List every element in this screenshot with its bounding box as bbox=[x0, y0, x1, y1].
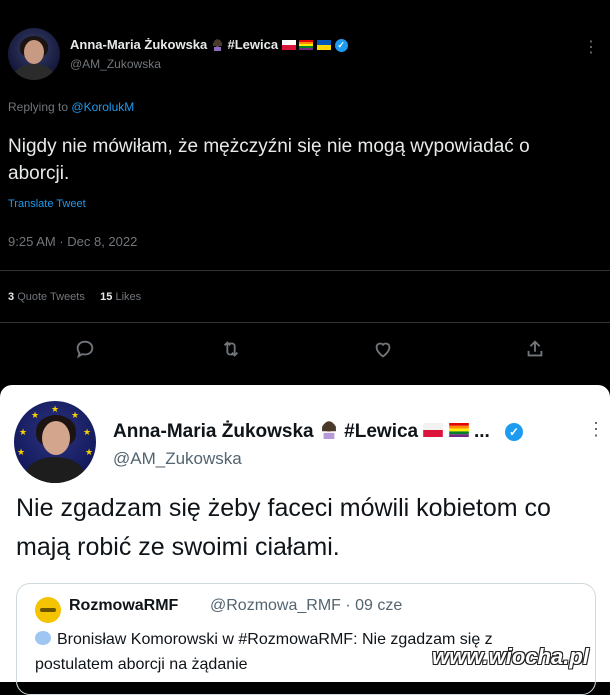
tweet-timestamp[interactable]: 9:25 AM · Dec 8, 2022 bbox=[8, 234, 137, 249]
hashtag[interactable]: #Lewica bbox=[344, 421, 418, 442]
divider bbox=[0, 270, 610, 271]
author-avatar[interactable] bbox=[8, 28, 60, 80]
likes-stat[interactable]: 15 Likes bbox=[100, 291, 141, 303]
poland-flag-icon bbox=[423, 421, 444, 443]
speech-bubble-icon bbox=[35, 631, 51, 645]
quoted-author-handle-time[interactable]: @Rozmowa_RMF · 09 cze bbox=[210, 597, 402, 615]
quote-tweets-stat[interactable]: 3 Quote Tweets bbox=[8, 291, 85, 303]
retweet-icon[interactable] bbox=[220, 338, 244, 362]
quoted-tweet-body: Bronisław Komorowski w #RozmowaRMF: Nie … bbox=[35, 631, 493, 673]
replying-to-handle[interactable]: @KorolukM bbox=[71, 100, 134, 114]
woman-emoji-icon bbox=[211, 38, 224, 54]
bottom-tweet: ★ ★ ★ ★ ★ ★ ★ Anna-Maria Żukowska #Lewic… bbox=[0, 385, 610, 695]
author-name[interactable]: Anna-Maria Żukowska bbox=[70, 37, 207, 52]
quoted-author-name[interactable]: RozmowaRMF bbox=[69, 597, 178, 615]
verified-badge-icon: ✓ bbox=[334, 39, 348, 53]
reply-icon[interactable] bbox=[74, 338, 98, 362]
more-options-icon[interactable]: ⋮ bbox=[587, 419, 605, 440]
quoted-tweet[interactable]: RozmowaRMF @Rozmowa_RMF · 09 cze Bronisł… bbox=[16, 583, 596, 695]
tweet-text: Nigdy nie mówiłam, że mężczyźni się nie … bbox=[8, 136, 530, 184]
verified-badge-icon: ✓ bbox=[505, 423, 524, 441]
name-ellipsis: ... bbox=[473, 421, 490, 443]
author-name[interactable]: Anna-Maria Żukowska bbox=[113, 421, 314, 442]
author-handle[interactable]: @AM_Zukowska bbox=[113, 449, 242, 469]
top-tweet: Anna-Maria Żukowska #Lewica ✓ @AM_Zukows… bbox=[0, 0, 610, 385]
translate-tweet-link[interactable]: Translate Tweet bbox=[8, 198, 86, 210]
author-name-row[interactable]: Anna-Maria Żukowska #Lewica ✓ bbox=[70, 37, 348, 54]
ukraine-flag-icon bbox=[316, 38, 331, 53]
tweet-stats: 3 Quote Tweets 15 Likes bbox=[8, 291, 141, 303]
author-avatar[interactable]: ★ ★ ★ ★ ★ ★ ★ bbox=[14, 401, 96, 483]
author-name-row[interactable]: Anna-Maria Żukowska #Lewica ... ✓ bbox=[113, 419, 524, 445]
author-handle[interactable]: @AM_Zukowska bbox=[70, 57, 161, 71]
woman-emoji-icon bbox=[319, 419, 339, 445]
rainbow-flag-icon bbox=[299, 38, 314, 53]
like-icon[interactable] bbox=[372, 338, 396, 362]
poland-flag-icon bbox=[281, 38, 296, 53]
site-watermark: www.wiocha.pl bbox=[432, 644, 589, 669]
divider bbox=[0, 322, 610, 323]
more-options-icon[interactable]: ⋮ bbox=[583, 37, 600, 57]
share-icon[interactable] bbox=[524, 338, 548, 362]
rainbow-flag-icon bbox=[448, 421, 469, 443]
hashtag[interactable]: #Lewica bbox=[228, 37, 279, 52]
quoted-author-avatar[interactable] bbox=[35, 597, 61, 623]
tweet-text: Nie zgadzam się żeby faceci mówili kobie… bbox=[16, 494, 551, 561]
replying-prefix: Replying to bbox=[8, 100, 69, 114]
replying-to: Replying to @KorolukM bbox=[8, 100, 134, 114]
